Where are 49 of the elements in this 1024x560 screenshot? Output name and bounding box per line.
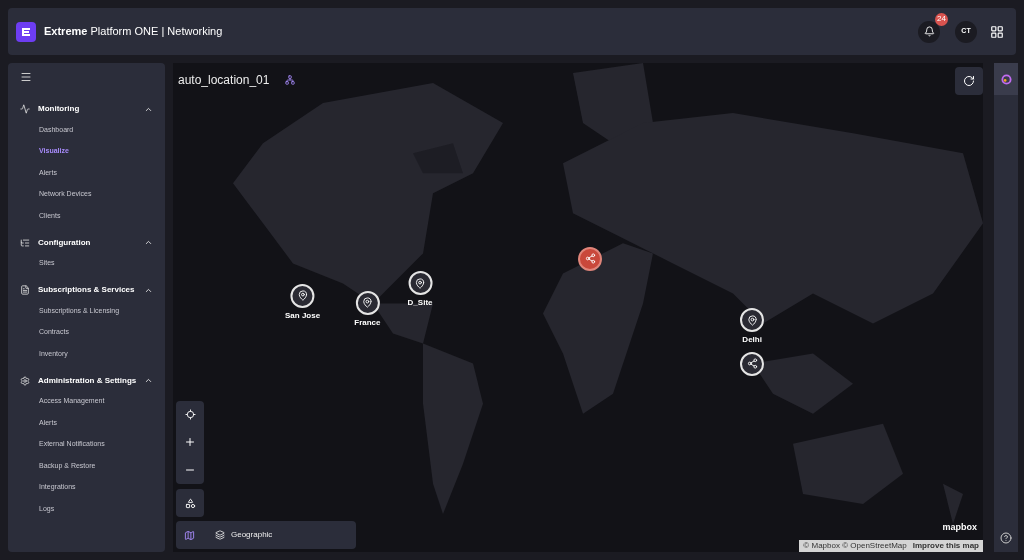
zoom-in-icon[interactable] [184, 436, 196, 448]
help-icon[interactable] [1000, 532, 1012, 544]
shapes-icon [184, 497, 196, 509]
activity-icon [20, 104, 30, 114]
document-icon [20, 285, 30, 295]
list-icon [20, 237, 30, 248]
attribution-text: © Mapbox © OpenStreetMap [803, 540, 907, 552]
network-icon [584, 253, 596, 265]
network-icon [746, 358, 758, 370]
marker-label: Delhi [742, 334, 762, 347]
grid-icon [990, 24, 1004, 39]
chevron-icon [144, 238, 153, 247]
menu-icon[interactable] [20, 71, 32, 83]
shapes-button[interactable] [176, 489, 204, 517]
pin-icon [746, 314, 758, 326]
section-title: Monitoring [38, 103, 81, 115]
chevron-icon [144, 376, 153, 385]
notifications-button[interactable] [918, 20, 940, 43]
refresh-button[interactable] [955, 67, 983, 95]
layers-icon [215, 530, 225, 540]
layer-button[interactable]: Geographic [215, 529, 273, 541]
assistant-button[interactable] [994, 63, 1018, 95]
section-title: Configuration [38, 236, 92, 249]
section-header[interactable]: Administration & Settings [20, 370, 153, 391]
section-title: Subscriptions & Services [38, 284, 136, 296]
section-header[interactable]: Subscriptions & Services [20, 280, 153, 300]
gear-icon [20, 375, 30, 386]
marker-label: D_Site [407, 297, 433, 310]
bell-icon [923, 26, 935, 37]
section-header[interactable]: Monitoring [20, 99, 153, 119]
locate-icon[interactable] [184, 409, 196, 420]
pin-icon [297, 290, 309, 302]
notification-count: 24 [935, 12, 948, 26]
ring-logo-icon [1000, 73, 1012, 85]
marker-label: France [354, 316, 381, 329]
improve-map-link[interactable]: Improve this map [912, 540, 979, 552]
pin-icon [414, 277, 426, 289]
mapbox-logo: mapbox [942, 520, 977, 534]
map-title: auto_location_01 [178, 72, 270, 89]
logo-icon [16, 21, 36, 42]
section-title: Administration & Settings [38, 374, 138, 387]
apps-button[interactable] [990, 24, 1004, 39]
app-title: Extreme Platform ONE | Networking [44, 24, 223, 40]
hierarchy-icon[interactable] [285, 75, 296, 85]
marker-label: San Jose [285, 309, 321, 322]
pin-icon [361, 297, 373, 309]
section-header[interactable]: Configuration [20, 232, 153, 253]
refresh-icon [963, 75, 975, 87]
map-icon[interactable] [184, 529, 195, 541]
